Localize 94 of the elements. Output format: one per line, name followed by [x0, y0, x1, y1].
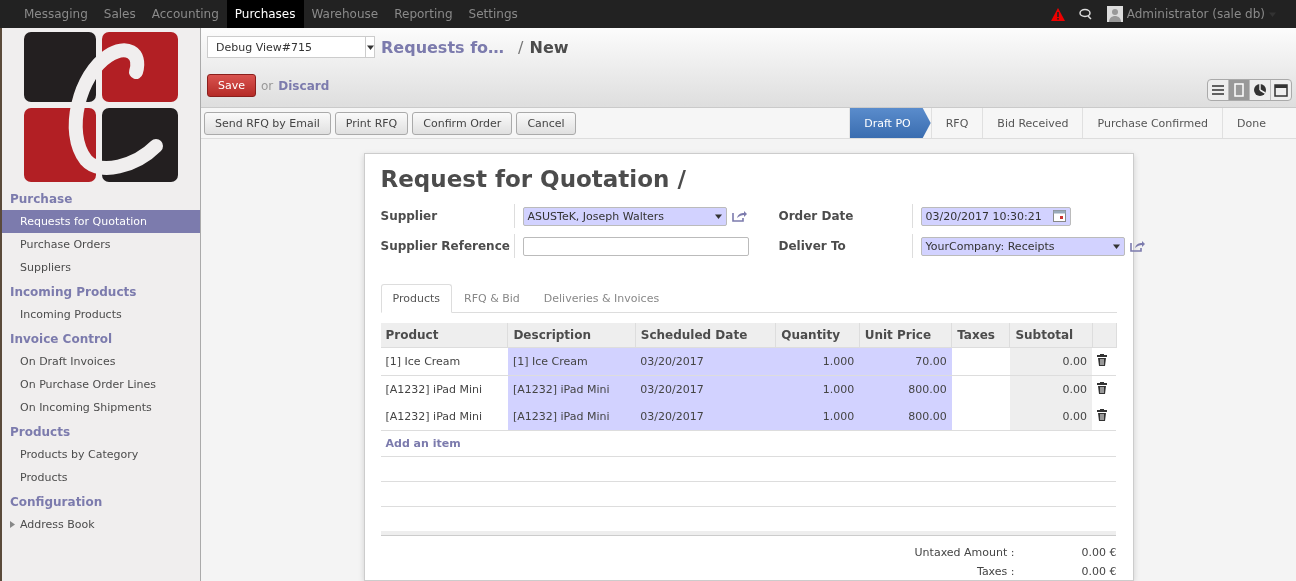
sidebar-item[interactable]: Incoming Products: [2, 303, 200, 326]
top-menu-item[interactable]: Warehouse: [303, 0, 387, 28]
expand-arrow-icon[interactable]: [9, 521, 16, 528]
column-header: Quantity: [775, 323, 860, 348]
top-menu-item[interactable]: Reporting: [386, 0, 461, 28]
page-icon[interactable]: [1234, 83, 1244, 97]
sidebar-item[interactable]: Products: [2, 466, 200, 489]
field-label: Supplier Reference: [380, 234, 515, 258]
table-cell: 0.00: [1009, 375, 1093, 403]
column-header: Scheduled Date: [635, 323, 776, 348]
total-value: 0.00 €: [1080, 565, 1117, 578]
total-label: Taxes :: [976, 565, 1015, 578]
add-item-link[interactable]: Add an item: [385, 437, 461, 450]
top-menu-item[interactable]: Accounting: [143, 0, 227, 28]
status-step[interactable]: Purchase Confirmed: [1082, 108, 1223, 138]
debug-view-select[interactable]: Debug View#715: [207, 36, 375, 58]
or-text: or: [261, 78, 274, 93]
date-field[interactable]: 03/20/2017 10:30:21: [920, 206, 1071, 226]
avatar-icon: [1106, 6, 1123, 22]
select-field[interactable]: YourCompany: Receipts: [920, 236, 1125, 256]
total-value: 0.00 €: [1080, 546, 1117, 559]
form-tab[interactable]: Deliveries & Invoices: [531, 284, 672, 313]
status-step[interactable]: Bid Received: [982, 108, 1083, 138]
field-label: Deliver To: [778, 234, 913, 258]
toolbar-button[interactable]: Cancel: [516, 111, 576, 135]
table-cell: [A1232] iPad Mini: [507, 403, 636, 431]
dropdown-arrow-icon[interactable]: [366, 43, 374, 51]
top-menu-item[interactable]: Sales: [95, 0, 144, 28]
form-tab[interactable]: Products: [380, 284, 452, 313]
table-cell: [A1232] iPad Mini: [507, 375, 636, 403]
trash-icon[interactable]: [1097, 354, 1108, 366]
toolbar-button[interactable]: Print RFQ: [334, 111, 409, 135]
breadcrumb-separator: /: [518, 37, 524, 57]
external-link-icon[interactable]: [1128, 239, 1145, 253]
table-cell: 03/20/2017: [635, 375, 776, 403]
table-cell: 70.00: [859, 347, 952, 376]
table-cell: [1] Ice Cream: [380, 347, 508, 376]
sidebar-item[interactable]: On Incoming Shipments: [2, 396, 200, 419]
table-cell: 1.000: [775, 347, 860, 376]
column-header: Product: [380, 323, 508, 348]
dropdown-arrow-icon[interactable]: [714, 212, 722, 220]
sidebar-item[interactable]: Suppliers: [2, 256, 200, 279]
sidebar-section-title: Incoming Products: [9, 284, 138, 301]
table-cell: 1.000: [775, 375, 860, 403]
trash-icon[interactable]: [1097, 409, 1108, 421]
sidebar-section-title: Configuration: [9, 494, 104, 511]
select-field[interactable]: ASUSTeK, Joseph Walters: [522, 206, 727, 226]
sidebar-item[interactable]: Purchase Orders: [2, 233, 200, 256]
form-tab[interactable]: RFQ & Bid: [452, 284, 532, 313]
breadcrumb-current: New: [529, 37, 569, 57]
column-header: Unit Price: [859, 323, 952, 348]
warning-icon[interactable]: [1050, 7, 1065, 21]
table-cell: [A1232] iPad Mini: [380, 403, 508, 431]
top-menu-item[interactable]: Purchases: [226, 0, 304, 28]
field-label: Supplier: [380, 204, 515, 228]
toolbar-button[interactable]: Confirm Order: [412, 111, 513, 135]
save-button[interactable]: Save: [207, 74, 256, 97]
table-cell: 800.00: [859, 403, 952, 431]
dropdown-arrow-icon[interactable]: [1112, 242, 1120, 250]
top-menu-item[interactable]: Messaging: [16, 0, 96, 28]
status-step[interactable]: Done: [1222, 108, 1280, 138]
trash-icon[interactable]: [1097, 382, 1108, 394]
table-cell: 0.00: [1009, 403, 1093, 431]
field-label: Order Date: [778, 204, 913, 228]
breadcrumb-link[interactable]: Requests fo…: [381, 37, 505, 57]
total-label: Untaxed Amount :: [914, 546, 1015, 559]
calendar-icon[interactable]: [1052, 210, 1066, 222]
table-cell: 1.000: [775, 403, 860, 431]
external-link-icon[interactable]: [730, 209, 747, 223]
table-cell: [1] Ice Cream: [507, 347, 636, 376]
table-cell: 0.00: [1009, 347, 1093, 376]
sidebar-section-title: Invoice Control: [9, 331, 114, 348]
column-header: Taxes: [951, 323, 1010, 348]
sidebar-item[interactable]: Products by Category: [2, 443, 200, 466]
list-icon[interactable]: [1212, 85, 1224, 95]
user-menu[interactable]: Administrator (sale db): [1126, 7, 1265, 21]
sidebar-item[interactable]: On Draft Invoices: [2, 350, 200, 373]
sidebar-section-title: Products: [9, 424, 72, 441]
status-step[interactable]: RFQ: [930, 108, 983, 138]
table-cell: 03/20/2017: [635, 347, 776, 376]
column-header: Description: [507, 323, 636, 348]
table-cell: 03/20/2017: [635, 403, 776, 431]
sidebar-item[interactable]: On Purchase Order Lines: [2, 373, 200, 396]
sidebar-item[interactable]: Address Book: [2, 513, 200, 536]
status-step[interactable]: Draft PO: [849, 108, 931, 138]
table-cell: [A1232] iPad Mini: [380, 375, 508, 403]
column-header: Subtotal: [1009, 323, 1093, 348]
table-cell: 800.00: [859, 375, 952, 403]
input-field[interactable]: [522, 236, 749, 256]
form-title: Request for Quotation /: [380, 166, 687, 192]
sidebar-section-title: Purchase: [9, 191, 74, 208]
toolbar-button[interactable]: Send RFQ by Email: [204, 111, 331, 135]
top-menu-item[interactable]: Settings: [460, 0, 526, 28]
sidebar-item[interactable]: Requests for Quotation: [2, 210, 200, 233]
